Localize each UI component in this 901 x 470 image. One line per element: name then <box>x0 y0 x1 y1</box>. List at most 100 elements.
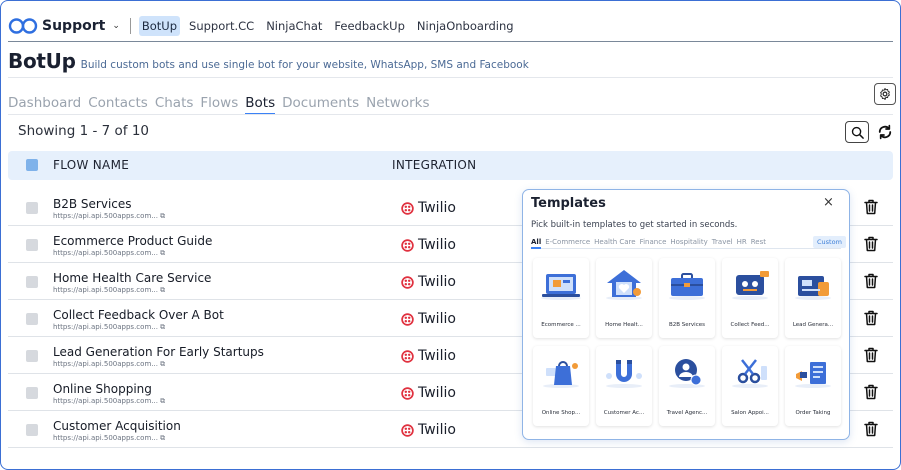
close-icon[interactable]: × <box>823 195 834 210</box>
template-card-label: Ecommerce ... <box>541 322 581 328</box>
row-checkbox[interactable] <box>26 313 38 325</box>
integration[interactable]: Twilio <box>401 237 456 253</box>
divider <box>129 17 131 34</box>
flow-name[interactable]: Online Shopping <box>53 382 152 396</box>
twilio-icon <box>401 349 414 363</box>
copy-icon[interactable]: ⧉ <box>160 434 165 442</box>
row-checkbox[interactable] <box>26 424 38 436</box>
twilio-icon <box>401 423 414 437</box>
nav-item-support-cc[interactable]: Support.CC <box>186 16 257 36</box>
infinity-logo-icon <box>8 17 38 34</box>
refresh-button[interactable] <box>874 121 896 143</box>
copy-icon[interactable]: ⧉ <box>160 397 165 405</box>
copy-icon[interactable]: ⧉ <box>160 323 165 331</box>
brand-name: Support <box>42 17 106 34</box>
template-card-customer-acquisition[interactable]: Customer Ac... <box>596 346 652 426</box>
chevron-down-icon: ⌄ <box>112 20 120 31</box>
category-travel[interactable]: Travel <box>712 238 733 246</box>
template-card-order-taking[interactable]: Order Taking <box>785 346 841 426</box>
row-checkbox[interactable] <box>26 202 38 214</box>
tab-bar: Dashboard Contacts Chats Flows Bots Docu… <box>8 95 437 115</box>
ecommerce-icon <box>541 274 581 300</box>
integration[interactable]: Twilio <box>401 422 456 438</box>
feedback-icon <box>732 271 769 300</box>
category-hr[interactable]: HR <box>737 238 747 246</box>
search-icon <box>851 126 864 139</box>
column-header-flow-name[interactable]: FLOW NAME <box>53 158 129 172</box>
integration[interactable]: Twilio <box>401 385 456 401</box>
tab-flows[interactable]: Flows <box>200 95 238 115</box>
twilio-icon <box>401 312 414 326</box>
tab-dashboard[interactable]: Dashboard <box>8 95 81 115</box>
category-health-care[interactable]: Health Care <box>594 238 635 246</box>
integration[interactable]: Twilio <box>401 274 456 290</box>
nav-item-feedbackup[interactable]: FeedbackUp <box>331 16 407 36</box>
template-card-collect-feedback[interactable]: Collect Feed... <box>722 258 778 338</box>
flow-name[interactable]: B2B Services <box>53 197 132 211</box>
flow-name[interactable]: Collect Feedback Over A Bot <box>53 308 224 322</box>
nav-item-ninjachat[interactable]: NinjaChat <box>263 16 325 36</box>
row-checkbox[interactable] <box>26 387 38 399</box>
flow-name[interactable]: Customer Acquisition <box>53 419 181 433</box>
flow-name[interactable]: Lead Generation For Early Startups <box>53 345 264 359</box>
integration[interactable]: Twilio <box>401 200 456 216</box>
divider <box>531 248 841 249</box>
category-hospitality[interactable]: Hospitality <box>670 238 707 246</box>
trash-icon[interactable] <box>864 421 878 437</box>
row-checkbox[interactable] <box>26 350 38 362</box>
row-checkbox[interactable] <box>26 276 38 288</box>
tab-contacts[interactable]: Contacts <box>88 95 148 115</box>
select-all-checkbox[interactable] <box>26 159 38 171</box>
template-card-online-shopping[interactable]: Online Shop... <box>533 346 589 426</box>
nav-item-ninjaonboarding[interactable]: NinjaOnboarding <box>414 16 517 36</box>
tab-documents[interactable]: Documents <box>282 95 359 115</box>
trash-icon[interactable] <box>864 384 878 400</box>
template-card-salon-appointment[interactable]: Salon Appoi... <box>722 346 778 426</box>
settings-button[interactable] <box>874 83 896 105</box>
category-finance[interactable]: Finance <box>640 238 667 246</box>
trash-icon[interactable] <box>864 236 878 252</box>
template-card-travel-agency[interactable]: Travel Agenc... <box>659 346 715 426</box>
flow-name[interactable]: Ecommerce Product Guide <box>53 234 212 248</box>
tab-chats[interactable]: Chats <box>155 95 194 115</box>
template-card-label: Lead Genera... <box>792 322 834 328</box>
trash-icon[interactable] <box>864 347 878 363</box>
product-switcher[interactable]: Support ⌄ <box>8 17 120 35</box>
copy-icon[interactable]: ⧉ <box>160 212 165 220</box>
twilio-icon <box>401 275 414 289</box>
category-ecommerce[interactable]: E-Commerce <box>545 238 590 246</box>
column-header-integration[interactable]: INTEGRATION <box>392 158 476 172</box>
flow-name[interactable]: Home Health Care Service <box>53 271 211 285</box>
nav-item-botup[interactable]: BotUp <box>138 15 181 36</box>
template-card-lead-generation[interactable]: Lead Genera... <box>785 258 841 338</box>
custom-template-button[interactable]: Custom <box>813 236 846 248</box>
trash-icon[interactable] <box>864 273 878 289</box>
integration-label: Twilio <box>418 200 456 216</box>
copy-icon[interactable]: ⧉ <box>160 286 165 294</box>
category-all[interactable]: All <box>531 238 541 246</box>
integration[interactable]: Twilio <box>401 311 456 327</box>
integration[interactable]: Twilio <box>401 348 456 364</box>
flow-url: https://api.api.500apps.com... ⧉ <box>53 212 165 221</box>
row-checkbox[interactable] <box>26 239 38 251</box>
template-card-home-health[interactable]: Home Healt... <box>596 258 652 338</box>
tab-networks[interactable]: Networks <box>366 95 429 115</box>
trash-icon[interactable] <box>864 199 878 215</box>
template-card-label: Customer Ac... <box>603 410 645 416</box>
briefcase-icon <box>669 273 705 300</box>
twilio-icon <box>401 201 414 215</box>
category-rest[interactable]: Rest <box>751 238 766 246</box>
copy-icon[interactable]: ⧉ <box>160 249 165 257</box>
flow-url-text: https://api.api.500apps.com... <box>53 323 158 331</box>
integration-label: Twilio <box>418 274 456 290</box>
template-card-ecommerce[interactable]: Ecommerce ... <box>533 258 589 338</box>
flow-url: https://api.api.500apps.com... ⧉ <box>53 286 165 295</box>
tab-bots[interactable]: Bots <box>245 95 276 115</box>
search-button[interactable] <box>845 121 869 143</box>
template-card-b2b-services[interactable]: B2B Services <box>659 258 715 338</box>
flow-url-text: https://api.api.500apps.com... <box>53 249 158 257</box>
twilio-icon <box>401 238 414 252</box>
copy-icon[interactable]: ⧉ <box>160 360 165 368</box>
trash-icon[interactable] <box>864 310 878 326</box>
template-category-tabs: All E-Commerce Health Care Finance Hospi… <box>531 238 770 246</box>
